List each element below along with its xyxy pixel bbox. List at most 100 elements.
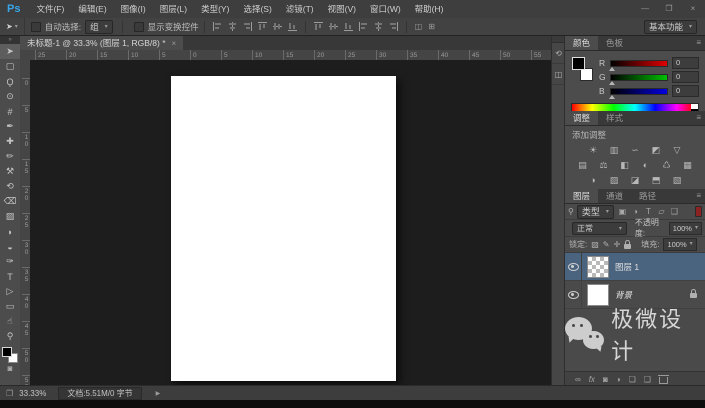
layer-name[interactable]: 背景 [615,289,632,301]
layer-row[interactable]: 图层 1 [565,253,705,281]
toolbar-collapse-button[interactable]: » [0,36,20,44]
add-layer-mask-button[interactable]: ◙ [603,375,608,384]
channel-value-input[interactable]: 0 [672,71,699,83]
menu-item[interactable]: 选择(S) [236,3,278,15]
gradient-tool[interactable]: ▨ [0,209,20,224]
spot-healing-brush-tool[interactable]: ✚ [0,134,20,149]
photo-filter-icon[interactable]: ◐ [639,159,652,171]
new-group-button[interactable]: ❏ [629,375,636,384]
levels-icon[interactable]: ▥ [608,144,621,156]
color-lookup-icon[interactable]: ▦ [681,159,694,171]
new-adjustment-layer-button[interactable]: ◑ [616,375,621,384]
smart-object-filter-icon[interactable]: ❑ [669,207,680,216]
zoom-level-input[interactable]: 33.33% [19,389,54,398]
history-brush-tool[interactable]: ⟲ [0,179,20,194]
layer-thumbnail[interactable] [587,255,609,278]
pixel-layer-filter-icon[interactable]: ▣ [617,207,628,216]
align-right-edges-button[interactable] [242,21,253,32]
auto-select-checkbox[interactable] [30,21,41,32]
align-top-edges-button[interactable] [257,21,268,32]
eyedropper-tool[interactable]: ✒ [0,119,20,134]
lasso-tool[interactable]: Ϙ [0,74,20,89]
status-flyout-arrow[interactable]: ▶ [156,390,161,397]
dodge-tool[interactable]: ◒ [0,239,20,254]
distribute-horizontal-centers-button[interactable] [373,21,384,32]
eraser-tool[interactable]: ⌫ [0,194,20,209]
gradient-map-icon[interactable]: ⬒ [650,174,663,186]
tab-styles[interactable]: 样式 [598,111,631,125]
quick-mask-button[interactable]: ◙ [0,364,20,373]
color-balance-icon[interactable]: ⚖ [597,159,610,171]
workspace-corner-icon[interactable]: ❐ [0,389,19,398]
black-white-icon[interactable]: ◧ [618,159,631,171]
adjustment-layer-filter-icon[interactable]: ◑ [630,207,641,216]
tab-channels[interactable]: 通道 [598,189,631,203]
tab-layers[interactable]: 图层 [565,189,599,203]
path-selection-tool[interactable]: ▷ [0,284,20,299]
link-layers-button[interactable]: ∞ [575,375,581,384]
distribute-top-edges-button[interactable] [313,21,324,32]
vibrance-icon[interactable]: ▽ [671,144,684,156]
pen-tool[interactable]: ✑ [0,254,20,269]
type-layer-filter-icon[interactable]: T [643,207,654,216]
visibility-toggle[interactable] [565,253,582,280]
delete-layer-button[interactable] [657,374,669,384]
menu-item[interactable]: 文件(F) [29,3,71,15]
shape-layer-filter-icon[interactable]: ▱ [656,207,667,216]
channel-slider[interactable] [609,59,668,71]
blur-tool[interactable]: ◗ [0,224,20,239]
crop-tool[interactable]: # [0,104,20,119]
close-tab-icon[interactable]: × [172,39,177,48]
distribute-vertical-centers-button[interactable] [328,21,339,32]
lock-all-icon[interactable] [624,239,632,249]
align-vertical-centers-button[interactable] [272,21,283,32]
close-button[interactable]: × [681,0,705,18]
lock-transparent-pixels-icon[interactable]: ▨ [591,240,599,249]
canvas[interactable] [171,76,396,381]
lock-image-pixels-icon[interactable]: ✎ [603,240,610,249]
selective-color-icon[interactable]: ▧ [671,174,684,186]
filter-toggle-switch[interactable] [695,206,702,217]
move-tool[interactable]: ➤ [0,44,20,59]
curves-icon[interactable]: ∽ [629,144,642,156]
menu-item[interactable]: 编辑(E) [71,3,113,15]
tab-color[interactable]: 颜色 [565,36,599,50]
channel-mixer-icon[interactable]: ♺ [660,159,673,171]
auto-select-dropdown[interactable]: 组 [85,19,113,34]
invert-icon[interactable]: ◑ [587,174,600,186]
toggle-3d-button[interactable]: ⊞ [428,22,435,31]
channel-value-input[interactable]: 0 [672,85,699,97]
brush-tool[interactable]: ✏ [0,149,20,164]
menu-item[interactable]: 滤镜(T) [279,3,321,15]
blend-mode-dropdown[interactable]: 正常 [572,221,627,235]
posterize-icon[interactable]: ▨ [608,174,621,186]
tool-preset-picker[interactable]: ➤ ▾ [0,18,25,35]
panel-menu-icon[interactable]: ≡ [696,36,705,50]
menu-item[interactable]: 视图(V) [321,3,363,15]
channel-slider[interactable] [609,73,668,85]
lock-position-icon[interactable]: ✛ [614,240,621,249]
clone-stamp-tool[interactable]: ⚒ [0,164,20,179]
zoom-tool[interactable]: ⚲ [0,329,20,344]
foreground-color-swatch[interactable] [2,347,12,357]
minimize-button[interactable]: — [633,0,657,18]
layer-style-button[interactable]: fx [589,375,595,384]
rectangular-marquee-tool[interactable]: ▢ [0,59,20,74]
fill-input[interactable]: 100% [663,238,697,251]
distribute-bottom-edges-button[interactable] [343,21,354,32]
document-tab[interactable]: 未标题-1 @ 33.3% (图层 1, RGB/8) * × [20,36,184,50]
distribute-right-edges-button[interactable] [388,21,399,32]
foreground-color-swatch[interactable] [572,57,585,70]
opacity-input[interactable]: 100% [668,221,702,235]
hue-saturation-icon[interactable]: ▤ [576,159,589,171]
panel-menu-icon[interactable]: ≡ [696,189,705,203]
layer-name[interactable]: 图层 1 [615,261,639,273]
channel-value-input[interactable]: 0 [672,57,699,69]
menu-item[interactable]: 图像(I) [114,3,153,15]
tab-swatches[interactable]: 色板 [598,36,631,50]
menu-item[interactable]: 类型(Y) [194,3,236,15]
auto-align-layers-button[interactable]: ◫ [415,22,423,31]
align-bottom-edges-button[interactable] [287,21,298,32]
distribute-left-edges-button[interactable] [358,21,369,32]
menu-item[interactable]: 窗口(W) [363,3,408,15]
